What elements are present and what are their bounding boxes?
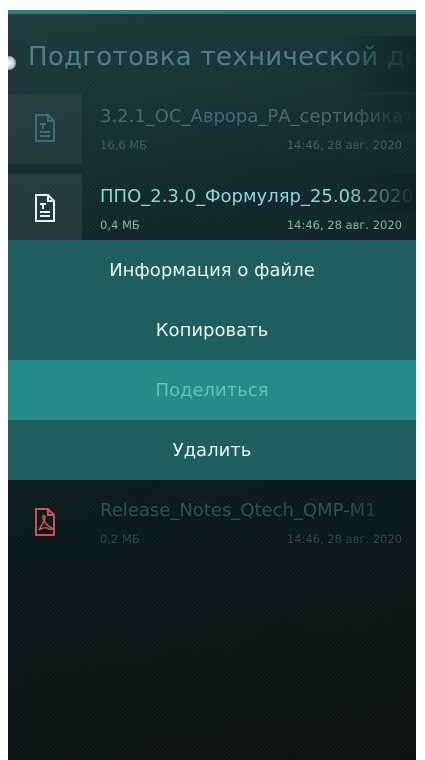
- file-item-selected[interactable]: ППО_2.3.0_Формуляр_25.08.2020 0,4 МБ 14:…: [8, 174, 416, 244]
- menu-item-file-info[interactable]: Информация о файле: [8, 240, 416, 300]
- menu-item-share[interactable]: Поделиться: [8, 360, 416, 420]
- file-icon-box: [8, 94, 82, 164]
- pdf-icon: [35, 508, 55, 536]
- menu-item-copy[interactable]: Копировать: [8, 300, 416, 360]
- menu-item-delete[interactable]: Удалить: [8, 420, 416, 480]
- top-accent-line: [8, 10, 416, 14]
- title-fade: [336, 36, 416, 92]
- pulley-menu-indicator: [8, 56, 16, 70]
- file-icon-box: [8, 174, 82, 244]
- file-name-fade: [346, 174, 416, 212]
- file-size: 16,6 МБ: [100, 138, 148, 152]
- file-name-fade: [346, 488, 416, 526]
- document-icon: [35, 114, 55, 142]
- file-name-fade: [346, 94, 416, 132]
- page-header: Подготовка технической документации: [8, 36, 416, 92]
- file-date: 14:46, 28 авг. 2020: [286, 138, 402, 152]
- file-name: Release_Notes_Qtech_QMP-M1: [100, 500, 377, 521]
- file-size: 0,4 МБ: [100, 218, 140, 232]
- context-menu: Информация о файле Копировать Поделиться…: [8, 240, 416, 480]
- file-item[interactable]: Release_Notes_Qtech_QMP-M1 0,2 МБ 14:46,…: [8, 488, 416, 558]
- screen: Подготовка технической документации 3.2.…: [8, 10, 416, 760]
- file-item[interactable]: 3.2.1_ОС_Аврора_РА_сертификат 16,6 МБ 14…: [8, 94, 416, 164]
- file-date: 14:46, 28 авг. 2020: [286, 218, 402, 232]
- file-icon-box: [8, 488, 82, 558]
- file-size: 0,2 МБ: [100, 532, 140, 546]
- file-date: 14:46, 28 авг. 2020: [286, 532, 402, 546]
- document-icon: [35, 194, 55, 222]
